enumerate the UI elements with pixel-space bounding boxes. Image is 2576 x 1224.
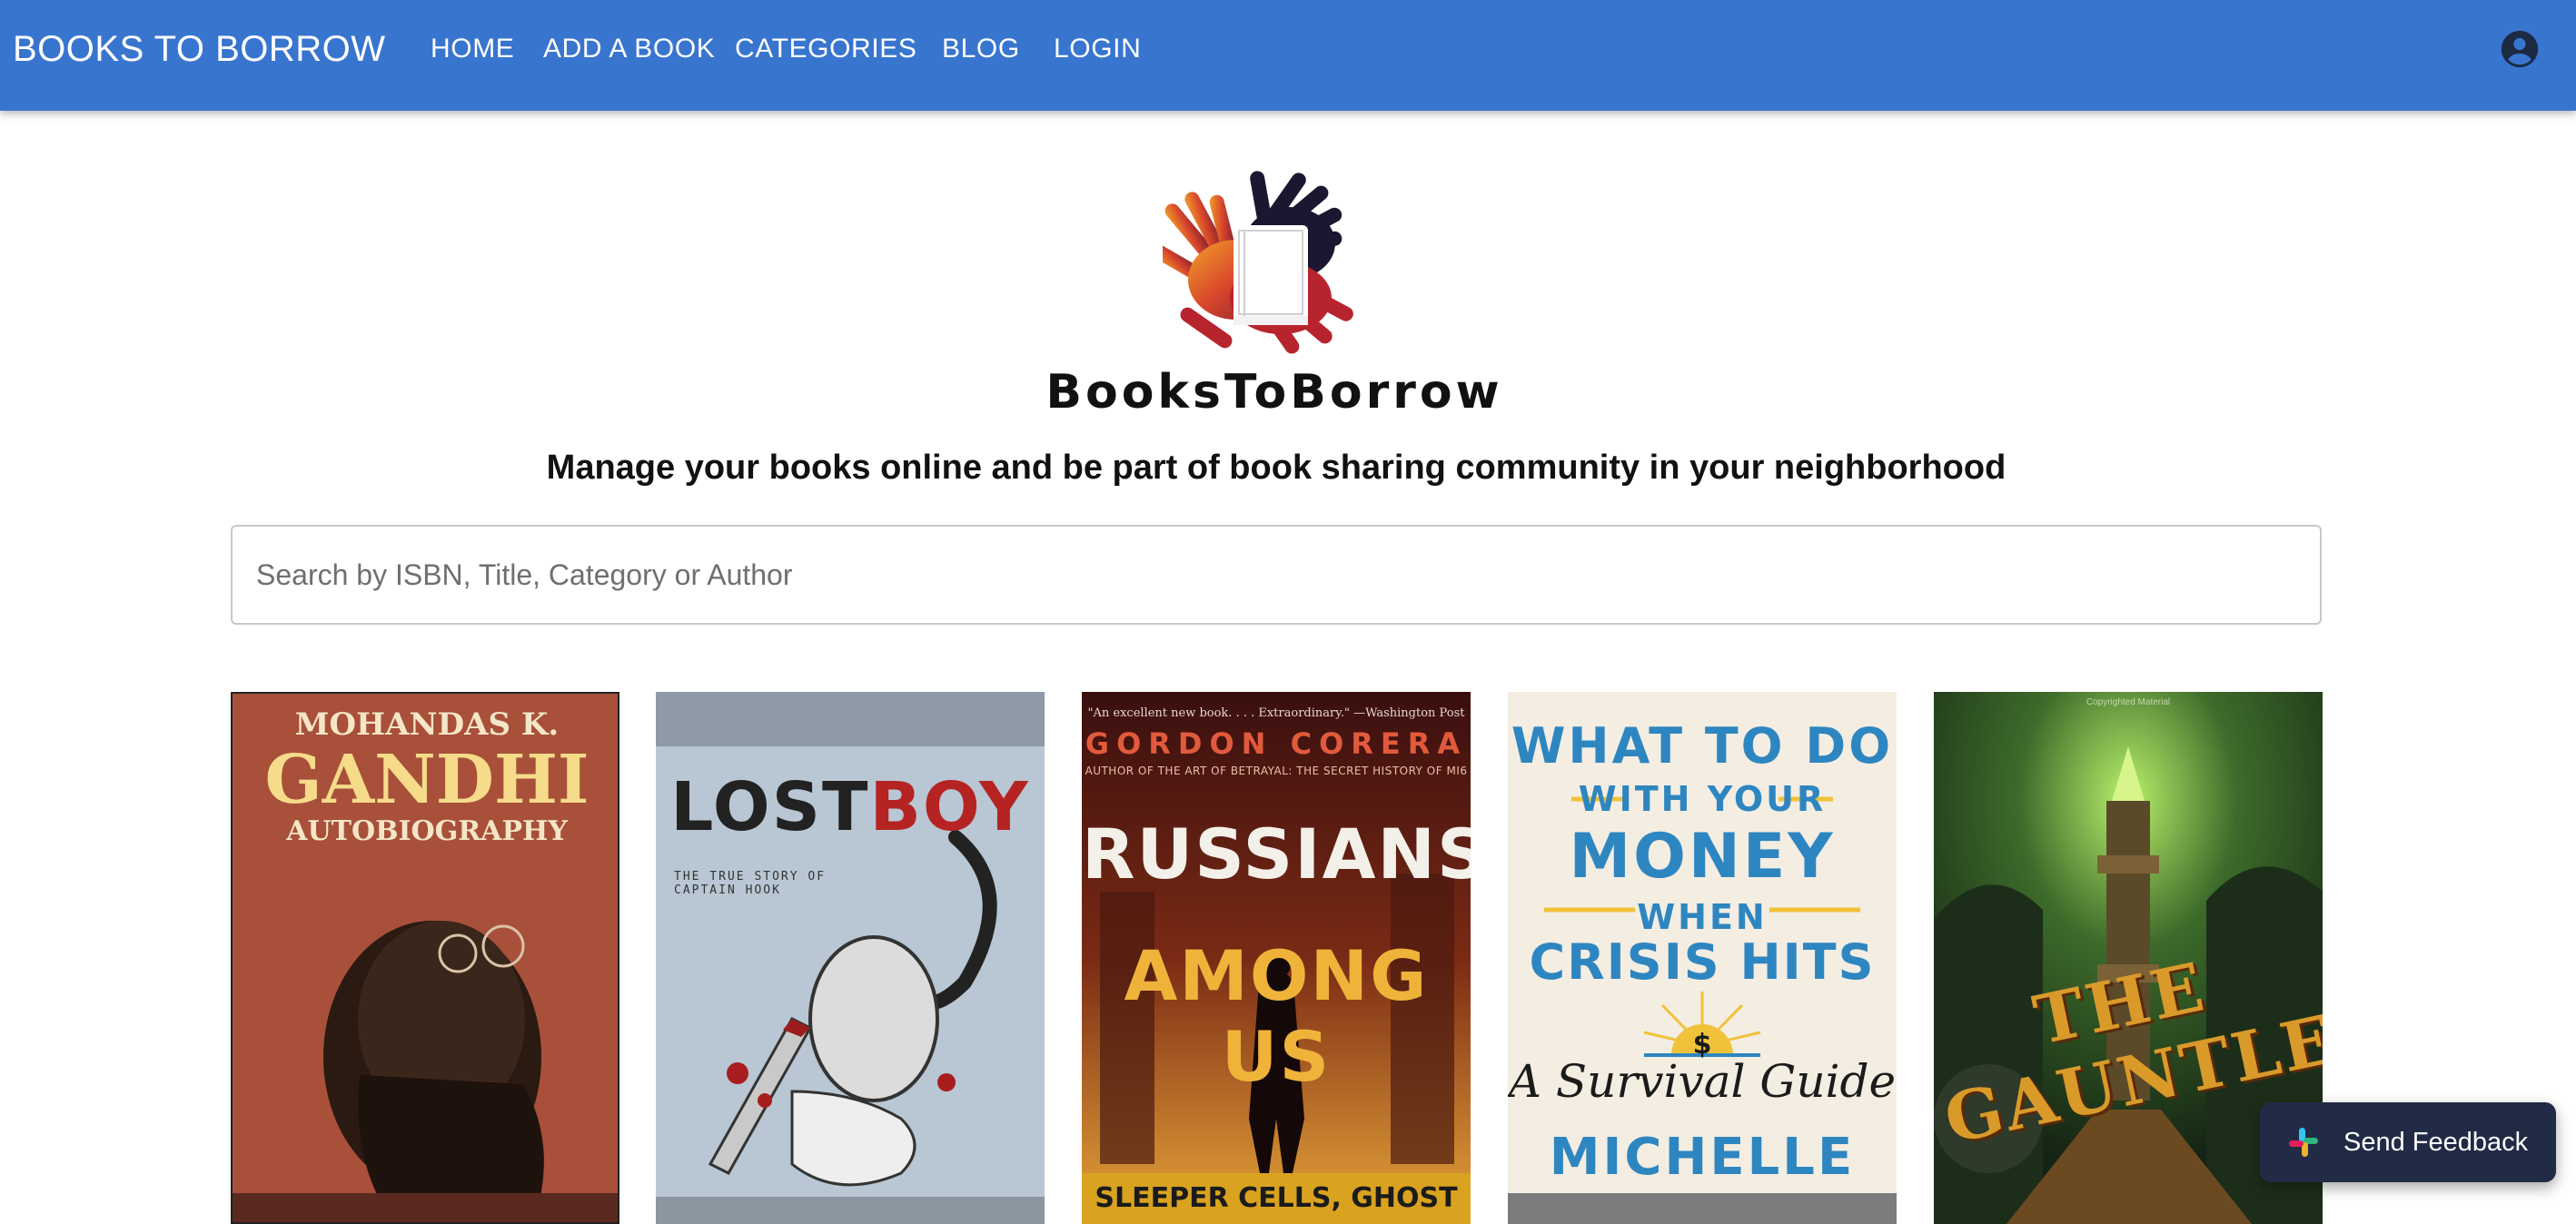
- top-app-bar: BOOKS TO BORROW HOME ADD A BOOK CATEGORI…: [0, 0, 2576, 111]
- cover-line: GORDON CORERA: [1085, 726, 1468, 761]
- account-circle-icon[interactable]: [2500, 29, 2540, 69]
- cover-line: Copyrighted Material: [2086, 697, 2171, 707]
- book-card-what-to-do-with-your-money[interactable]: $ WHAT TO DO WITH YOUR MONEY WHEN CRISIS…: [1508, 692, 1897, 1224]
- cover-line: CRISIS HITS: [1529, 933, 1876, 991]
- books-to-borrow-logo: [1152, 162, 1390, 363]
- cover-line: BOY: [869, 768, 1030, 846]
- send-feedback-button[interactable]: Send Feedback: [2260, 1102, 2556, 1182]
- cover-line: SLEEPER CELLS, GHOST STORIES,: [1082, 1173, 1471, 1224]
- cover-line: MONEY: [1569, 821, 1836, 893]
- cover-line: RUSSIANS: [1082, 814, 1471, 894]
- brand-title[interactable]: BOOKS TO BORROW: [13, 0, 386, 98]
- book-card-lost-boy[interactable]: LOSTBOY THE TRUE STORY OF CAPTAIN HOOK: [656, 692, 1045, 1224]
- cover-line: WITH YOUR: [1578, 779, 1827, 819]
- cover-line: MOHANDAS K.: [294, 706, 560, 743]
- logo-wordmark: BooksToBorrow: [1045, 365, 1503, 420]
- cover-line: AMONG US: [1124, 935, 1429, 1097]
- search-input[interactable]: [231, 525, 2322, 625]
- cover-line: AUTHOR OF THE ART OF BETRAYAL: THE SECRE…: [1085, 765, 1468, 777]
- book-card-russians-among-us[interactable]: "An excellent new book. . . . Extraordin…: [1082, 692, 1471, 1224]
- nav-categories[interactable]: CATEGORIES: [735, 0, 916, 98]
- nav-blog[interactable]: BLOG: [942, 0, 1020, 98]
- hero-tagline: Manage your books online and be part of …: [546, 449, 2006, 487]
- cover-line: WHEN: [1637, 897, 1768, 937]
- cover-line: THE TRUE STORY OF CAPTAIN HOOK: [674, 870, 827, 897]
- cover-line: WHAT TO DO: [1511, 717, 1894, 775]
- cover-line: GANDHI: [264, 741, 590, 819]
- cover-band: [1508, 1193, 1897, 1224]
- nav-add-a-book[interactable]: ADD A BOOK: [543, 0, 715, 98]
- cover-line: A Survival Guide: [1508, 1055, 1897, 1108]
- nav-login[interactable]: LOGIN: [1054, 0, 1141, 98]
- cover-line: "An excellent new book. . . . Extraordin…: [1087, 706, 1465, 720]
- slack-icon: [2287, 1126, 2320, 1159]
- cover-line: LOST: [670, 768, 870, 846]
- book-card-gandhi[interactable]: MOHANDAS K. GANDHI AUTOBIOGRAPHY: [231, 692, 619, 1224]
- cover-title: LOSTBOY: [656, 768, 1045, 846]
- cover-line: MICHELLE: [1549, 1128, 1856, 1187]
- cover-line: AUTOBIOGRAPHY: [286, 815, 568, 847]
- nav-home[interactable]: HOME: [431, 0, 514, 98]
- send-feedback-label: Send Feedback: [2343, 1128, 2529, 1157]
